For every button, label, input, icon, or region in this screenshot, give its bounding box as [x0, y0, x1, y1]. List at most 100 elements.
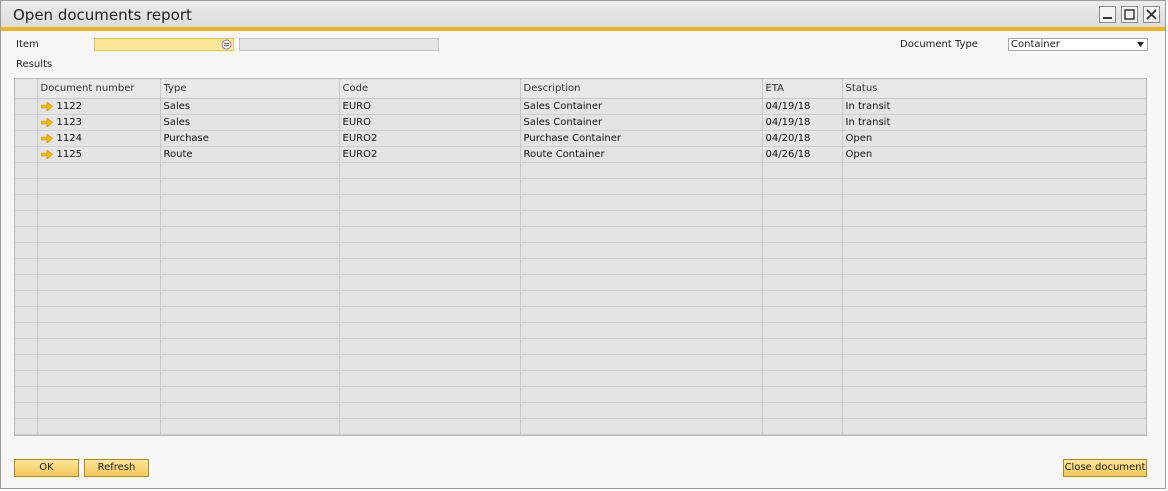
empty-row[interactable] — [15, 338, 1146, 355]
type-cell: Route — [160, 146, 340, 163]
empty-row[interactable] — [15, 242, 1146, 259]
link-arrow-icon[interactable] — [40, 133, 53, 143]
row-header[interactable] — [15, 98, 38, 115]
row-header[interactable] — [15, 146, 38, 163]
link-arrow-icon[interactable] — [40, 101, 53, 111]
empty-row[interactable] — [15, 386, 1146, 403]
empty-row[interactable] — [15, 322, 1146, 339]
description-cell: Purchase Container — [520, 130, 763, 147]
empty-cell — [842, 370, 1146, 387]
table-row[interactable]: 1122 Sales EURO Sales Container 04/19/18… — [15, 98, 1146, 115]
empty-row[interactable] — [15, 210, 1146, 227]
empty-cell — [842, 338, 1146, 355]
empty-cell — [842, 194, 1146, 211]
results-label: Results — [16, 59, 53, 70]
empty-row[interactable] — [15, 258, 1146, 275]
results-grid[interactable]: Document number Type Code Description ET… — [14, 78, 1147, 436]
empty-cell — [520, 210, 763, 227]
column-header-eta[interactable]: ETA — [762, 79, 843, 99]
empty-cell — [37, 210, 161, 227]
empty-cell — [160, 386, 340, 403]
empty-cell — [160, 354, 340, 371]
grid-body: 1122 Sales EURO Sales Container 04/19/18… — [15, 98, 1146, 435]
empty-cell — [762, 370, 843, 387]
empty-cell — [762, 306, 843, 323]
empty-cell — [160, 338, 340, 355]
title-bar[interactable]: Open documents report — [1, 1, 1165, 31]
empty-row[interactable] — [15, 162, 1146, 179]
row-header — [15, 402, 38, 419]
empty-cell — [37, 242, 161, 259]
empty-row[interactable] — [15, 226, 1146, 243]
empty-cell — [339, 386, 521, 403]
empty-row[interactable] — [15, 290, 1146, 307]
ok-button[interactable]: OK — [14, 459, 79, 477]
empty-cell — [160, 322, 340, 339]
empty-row[interactable] — [15, 418, 1146, 435]
empty-row[interactable] — [15, 354, 1146, 371]
row-header[interactable] — [15, 114, 38, 131]
document-type-select[interactable]: Container — [1008, 38, 1148, 51]
empty-cell — [762, 274, 843, 291]
empty-cell — [160, 178, 340, 195]
column-header-document-number[interactable]: Document number — [37, 79, 161, 99]
table-row[interactable]: 1125 Route EURO2 Route Container 04/26/1… — [15, 146, 1146, 163]
document-number: 1123 — [56, 117, 82, 128]
column-header-description[interactable]: Description — [520, 79, 763, 99]
choose-from-list-icon[interactable] — [221, 39, 232, 50]
eta-cell: 04/19/18 — [762, 98, 843, 115]
empty-cell — [339, 290, 521, 307]
empty-cell — [520, 274, 763, 291]
empty-cell — [339, 354, 521, 371]
link-arrow-icon[interactable] — [40, 149, 53, 159]
item-input[interactable] — [94, 38, 234, 51]
empty-cell — [520, 370, 763, 387]
row-header[interactable] — [15, 130, 38, 147]
row-header — [15, 178, 38, 195]
empty-cell — [762, 162, 843, 179]
status-cell: Open — [842, 146, 1146, 163]
link-arrow-icon[interactable] — [40, 117, 53, 127]
empty-cell — [842, 178, 1146, 195]
empty-row[interactable] — [15, 306, 1146, 323]
empty-cell — [520, 386, 763, 403]
close-window-button[interactable] — [1143, 6, 1160, 23]
close-document-button[interactable]: Close document — [1063, 459, 1147, 477]
empty-cell — [339, 370, 521, 387]
status-cell: In transit — [842, 98, 1146, 115]
empty-cell — [160, 226, 340, 243]
empty-cell — [37, 402, 161, 419]
empty-cell — [339, 274, 521, 291]
empty-cell — [37, 338, 161, 355]
empty-row[interactable] — [15, 402, 1146, 419]
empty-cell — [520, 306, 763, 323]
empty-row[interactable] — [15, 370, 1146, 387]
empty-row[interactable] — [15, 274, 1146, 291]
minimize-button[interactable] — [1099, 6, 1116, 23]
minimize-icon — [1103, 17, 1112, 19]
row-header — [15, 258, 38, 275]
empty-cell — [762, 322, 843, 339]
empty-cell — [842, 226, 1146, 243]
empty-cell — [37, 418, 161, 435]
row-header-corner — [15, 79, 38, 99]
empty-cell — [762, 354, 843, 371]
empty-row[interactable] — [15, 194, 1146, 211]
empty-row[interactable] — [15, 178, 1146, 195]
dropdown-arrow-icon — [1137, 42, 1144, 47]
empty-cell — [339, 194, 521, 211]
type-cell: Purchase — [160, 130, 340, 147]
empty-cell — [37, 386, 161, 403]
row-header — [15, 290, 38, 307]
row-header — [15, 242, 38, 259]
table-row[interactable]: 1123 Sales EURO Sales Container 04/19/18… — [15, 114, 1146, 131]
column-header-status[interactable]: Status — [842, 79, 1146, 99]
document-number: 1125 — [56, 149, 82, 160]
empty-cell — [762, 338, 843, 355]
column-header-type[interactable]: Type — [160, 79, 340, 99]
column-header-code[interactable]: Code — [339, 79, 521, 99]
maximize-button[interactable] — [1121, 6, 1138, 23]
table-row[interactable]: 1124 Purchase EURO2 Purchase Container 0… — [15, 130, 1146, 147]
refresh-button[interactable]: Refresh — [84, 459, 149, 477]
empty-cell — [520, 226, 763, 243]
